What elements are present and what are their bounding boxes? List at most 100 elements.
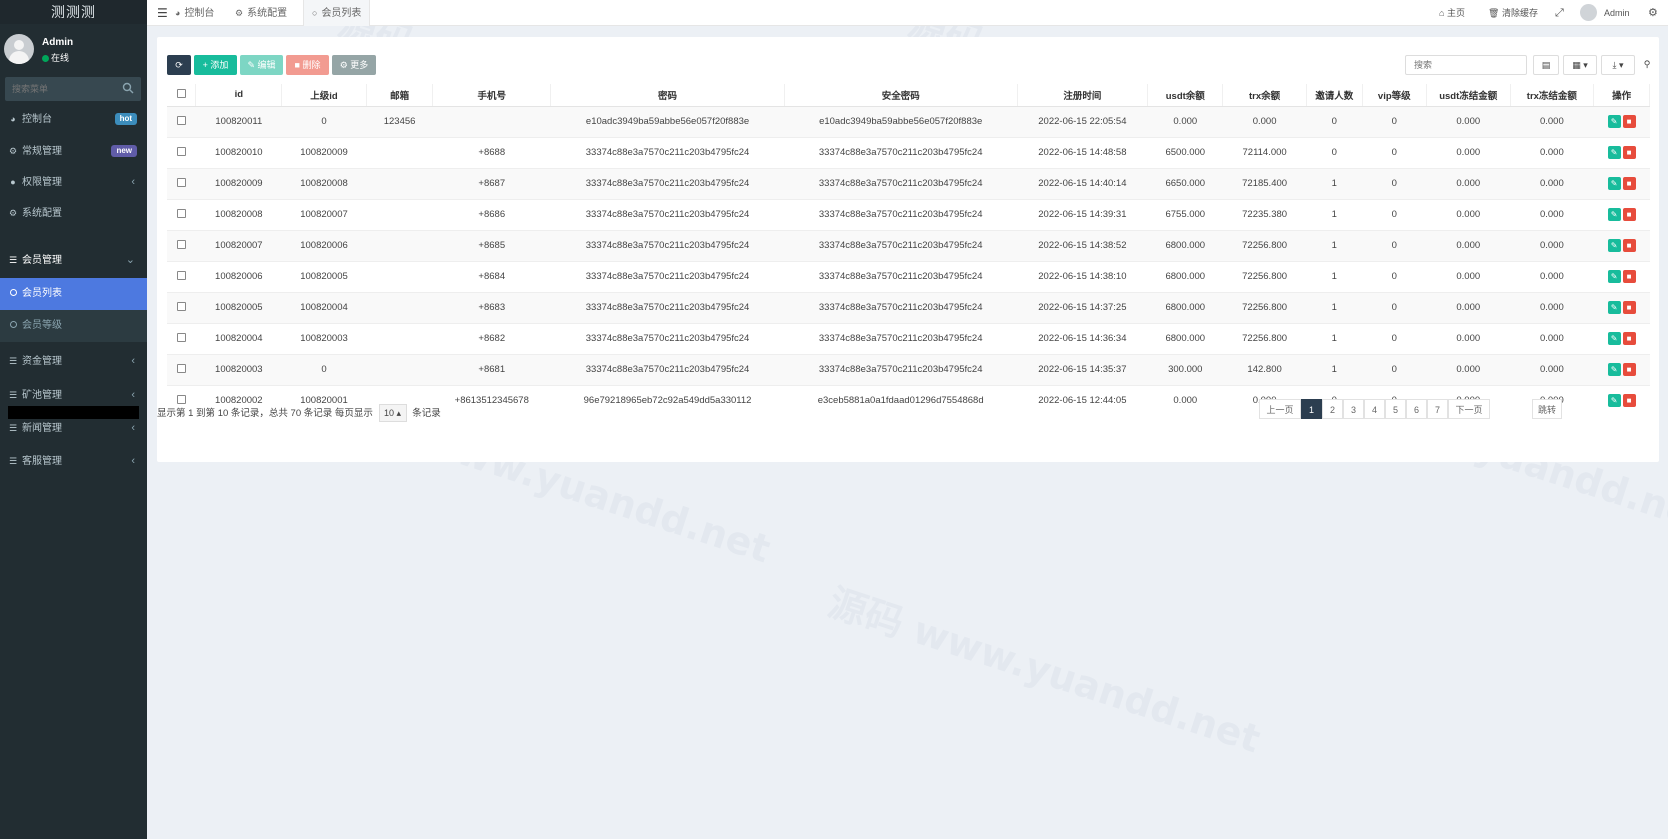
sidebar-item-support[interactable]: ☰ 客服管理 ‹ [0,446,147,476]
row-edit-icon[interactable]: ✎ [1607,146,1621,159]
row-checkbox[interactable] [167,322,196,354]
column-header[interactable]: 手机号 [432,84,552,107]
page-button[interactable]: 4 [1364,399,1385,419]
fullscreen-icon[interactable]: ⤢ [1555,0,1564,26]
edit-button[interactable]: ✎ 编辑 [240,55,283,75]
sidebar-search-input[interactable] [5,77,110,101]
row-edit-icon[interactable]: ✎ [1607,363,1621,376]
table-row[interactable]: 100820004 100820003 +8682 33374c88e3a7570c2… [167,322,1650,354]
sidebar-item-members[interactable]: ☰ 会员管理 ⌄ [0,245,147,275]
column-header[interactable]: 安全密码 [784,84,1018,107]
row-checkbox[interactable] [167,291,196,323]
sidebar-item-funds[interactable]: ☰ 资金管理 ‹ [0,346,147,376]
table-cell [366,322,433,354]
sidebar-subitem-member-level[interactable]: 会员等级 [0,310,147,342]
prev-page-button[interactable]: 上一页 [1259,399,1301,419]
search-icon[interactable] [122,82,134,94]
row-checkbox[interactable] [167,260,196,292]
table-row[interactable]: 100820007 100820006 +8685 33374c88e3a7570c2… [167,229,1650,261]
more-button[interactable]: ⚙ 更多 [332,55,376,75]
row-delete-icon[interactable]: ■ [1622,208,1636,221]
toggle-view-button[interactable]: ▤ [1533,55,1559,75]
row-delete-icon[interactable]: ■ [1622,332,1636,345]
column-header[interactable]: vip等级 [1362,84,1427,107]
column-header[interactable]: trx余额 [1222,84,1307,107]
row-checkbox[interactable] [167,229,196,261]
menu-toggle-icon[interactable]: ☰ [157,6,168,20]
columns-dropdown[interactable]: ▦ ▾ [1563,55,1597,75]
row-delete-icon[interactable]: ■ [1622,239,1636,252]
column-header[interactable]: 邀请人数 [1306,84,1363,107]
column-header[interactable]: usdt余额 [1147,84,1224,107]
tab-system-config[interactable]: ⚙ 系统配置 [235,0,287,26]
table-row[interactable]: 100820009 100820008 +8687 33374c88e3a7570c2… [167,167,1650,199]
page-button[interactable]: 2 [1322,399,1343,419]
column-header[interactable]: 上级id [281,84,367,107]
row-edit-icon[interactable]: ✎ [1607,239,1621,252]
column-header[interactable]: 注册时间 [1017,84,1149,107]
page-button[interactable]: 5 [1385,399,1406,419]
row-delete-icon[interactable]: ■ [1622,301,1636,314]
table-row[interactable]: 100820011 0 123456 e10adc3949ba59abbe56e057… [167,105,1650,137]
tab-member-list[interactable]: ○ 会员列表 [303,0,371,26]
column-header[interactable]: 邮箱 [366,84,434,107]
column-header[interactable]: trx冻结金额 [1510,84,1595,107]
export-dropdown[interactable]: ⤓ ▾ [1601,55,1635,75]
table-row[interactable]: 100820006 100820005 +8684 33374c88e3a7570c2… [167,260,1650,292]
home-link[interactable]: ⌂ 主页 [1439,0,1465,26]
table-row[interactable]: 100820005 100820004 +8683 33374c88e3a7570c2… [167,291,1650,323]
row-edit-icon[interactable]: ✎ [1607,208,1621,221]
settings-icon[interactable]: ⚙ [1648,0,1658,26]
sidebar-item-system-config[interactable]: ⚙ 系统配置 [0,198,147,228]
row-checkbox[interactable] [167,198,196,230]
sidebar-item-news[interactable]: ☰ 新闻管理 ‹ [0,413,147,443]
row-delete-icon[interactable]: ■ [1622,115,1636,128]
page-jump-input[interactable] [1490,399,1532,419]
add-button[interactable]: + 添加 [194,55,237,75]
sidebar-item-permissions[interactable]: ● 权限管理 ‹ [0,167,147,197]
row-checkbox[interactable] [167,105,196,137]
table-row[interactable]: 100820008 100820007 +8686 33374c88e3a7570c2… [167,198,1650,230]
clear-cache-button[interactable]: 🗑 清除缓存 [1488,0,1538,26]
row-edit-icon[interactable]: ✎ [1607,115,1621,128]
table-row[interactable]: 100820010 100820009 +8688 33374c88e3a7570c2… [167,136,1650,168]
page-button[interactable]: 7 [1427,399,1448,419]
row-checkbox[interactable] [167,167,196,199]
row-delete-icon[interactable]: ■ [1622,270,1636,283]
row-delete-icon[interactable]: ■ [1622,363,1636,376]
row-checkbox[interactable] [167,353,196,385]
table-search-input[interactable] [1405,55,1527,75]
refresh-button[interactable]: ⟳ [167,55,191,75]
circle-icon [10,321,17,328]
row-edit-icon[interactable]: ✎ [1607,301,1621,314]
admin-menu[interactable]: Admin [1604,0,1630,26]
sidebar-subitem-member-list[interactable]: 会员列表 [0,278,147,310]
column-header[interactable]: id [195,84,283,107]
app-logo[interactable]: 测测测 [0,0,147,24]
tab-dashboard[interactable]: ◕ 控制台 [175,0,214,26]
next-page-button[interactable]: 下一页 [1448,399,1490,419]
delete-button[interactable]: ■ 删除 [286,55,329,75]
select-all-checkbox[interactable] [167,84,197,107]
page-button[interactable]: 3 [1343,399,1364,419]
row-edit-icon[interactable]: ✎ [1607,270,1621,283]
sidebar-item-dashboard[interactable]: ◕ 控制台 hot [0,104,147,134]
sidebar-item-general[interactable]: ⚙ 常规管理 new [0,136,147,166]
jump-button[interactable]: 跳转 [1532,399,1562,419]
user-name: Admin [42,37,74,48]
row-edit-icon[interactable]: ✎ [1607,394,1621,408]
column-header[interactable]: usdt冻结金额 [1426,84,1511,107]
search-toggle-icon[interactable]: ⚲ [1639,55,1655,75]
row-edit-icon[interactable]: ✎ [1607,177,1621,190]
page-button[interactable]: 6 [1406,399,1427,419]
row-delete-icon[interactable]: ■ [1622,177,1636,190]
page-button[interactable]: 1 [1301,399,1322,419]
avatar[interactable] [1580,4,1597,21]
row-delete-icon[interactable]: ■ [1622,394,1636,408]
column-header[interactable]: 密码 [550,84,785,107]
row-checkbox[interactable] [167,136,196,168]
table-row[interactable]: 100820003 0 +8681 33374c88e3a7570c211c203b4… [167,353,1650,385]
page-size-select[interactable]: 10 ▴ [378,404,407,422]
row-delete-icon[interactable]: ■ [1622,146,1636,159]
row-edit-icon[interactable]: ✎ [1607,332,1621,345]
